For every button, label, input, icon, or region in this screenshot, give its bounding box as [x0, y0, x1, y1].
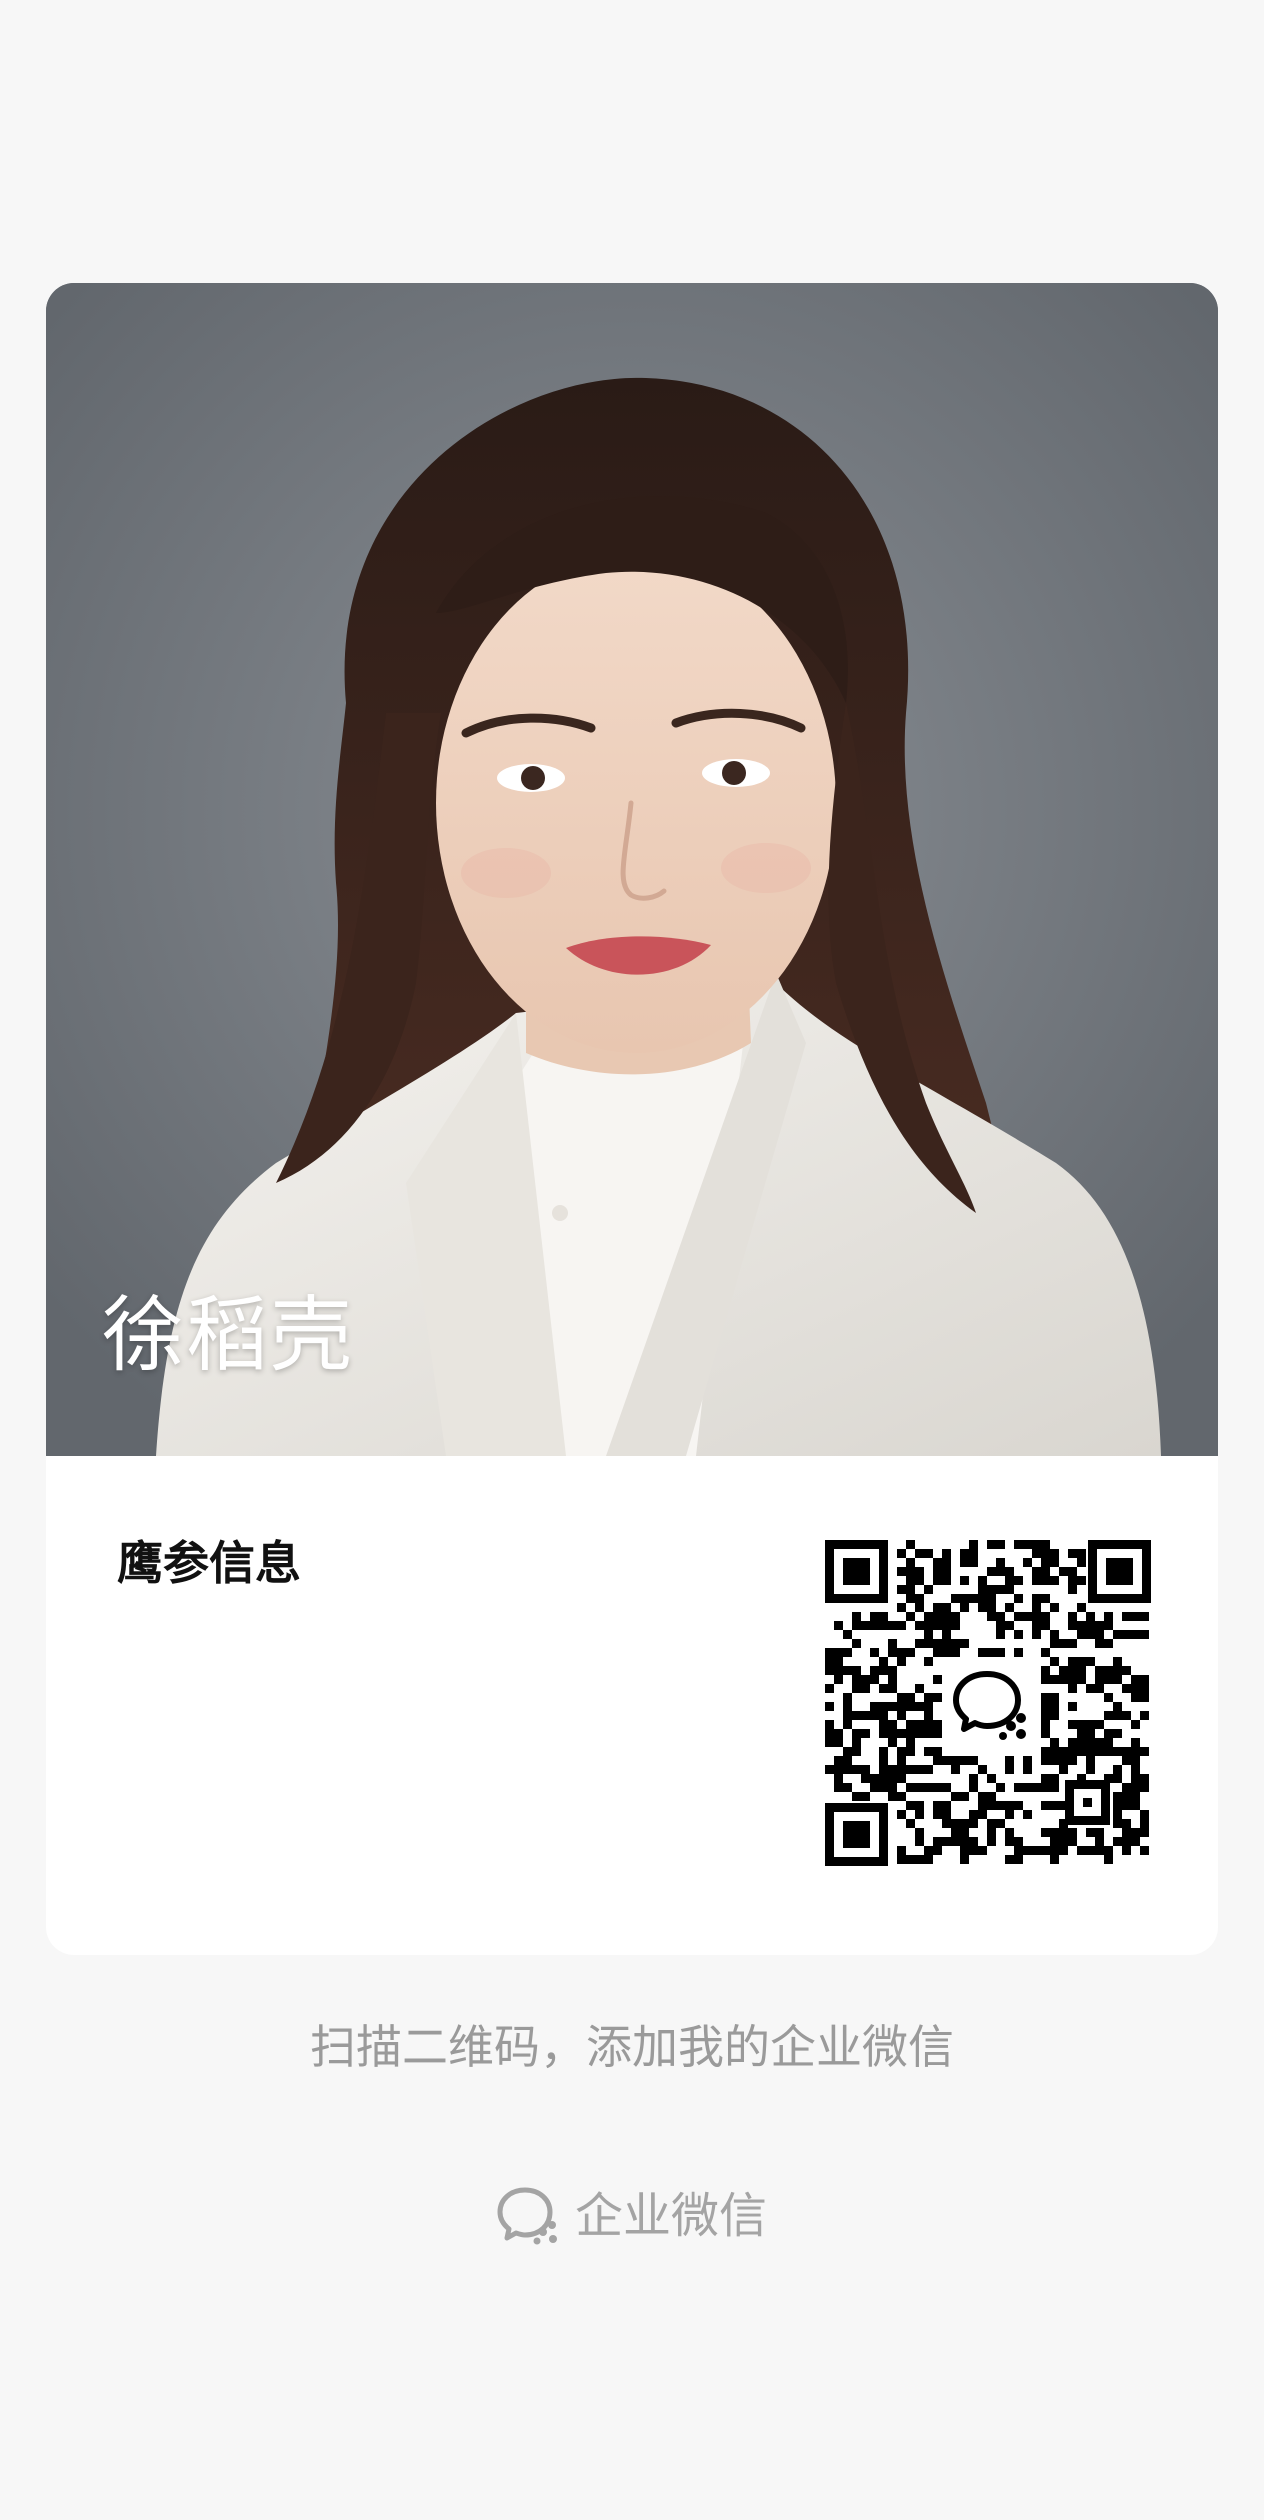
person-name: 徐稻壳: [102, 1288, 355, 1383]
wecom-logo-icon: [497, 2186, 561, 2246]
scan-hint: 扫描二维码，添加我的企业微信: [310, 2020, 954, 2074]
qr-code-graphic: [825, 1540, 1151, 1866]
portrait-illustration: [46, 283, 1218, 1456]
profile-photo: 徐稻壳: [46, 283, 1218, 1456]
company-name: 鹰参信息: [117, 1536, 301, 1590]
business-card: 徐稻壳 鹰参信息: [46, 283, 1218, 1955]
wecom-brand: 企业微信: [0, 2184, 1264, 2248]
qr-code: [825, 1540, 1151, 1866]
wecom-brand-label: 企业微信: [574, 2188, 767, 2244]
